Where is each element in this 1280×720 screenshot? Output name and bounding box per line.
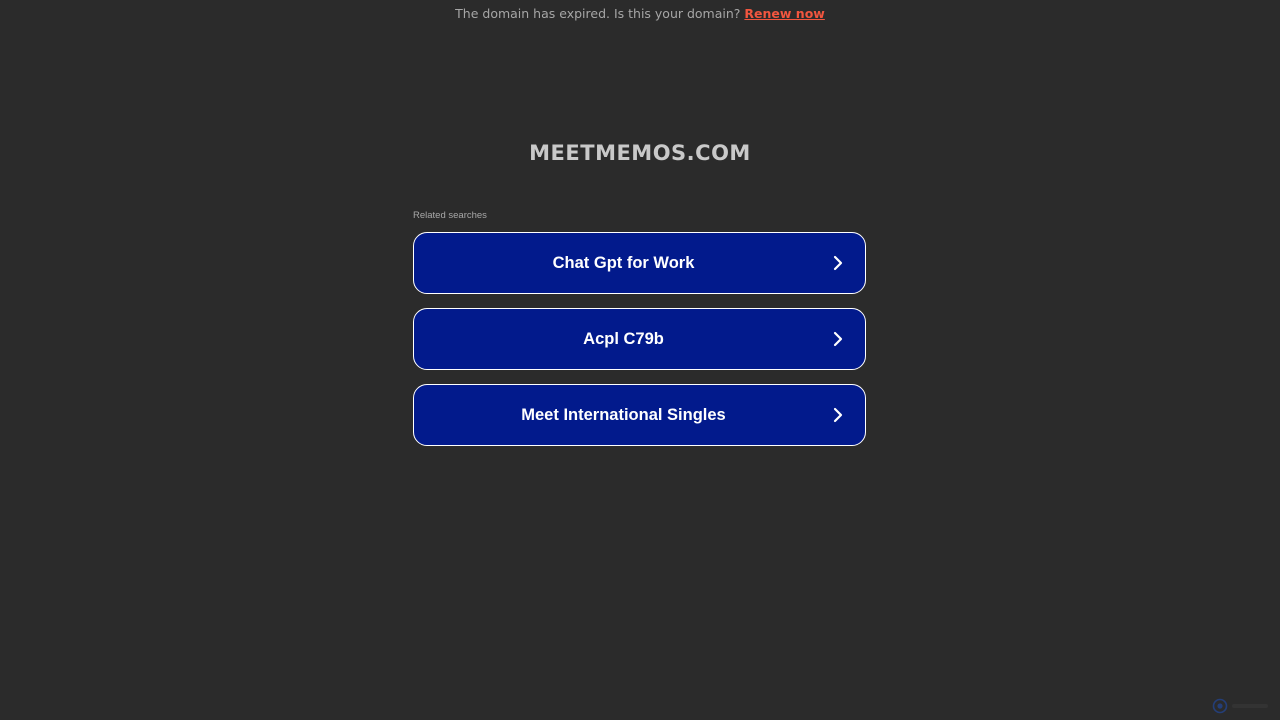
chevron-right-icon [833,331,843,347]
domain-expired-banner: The domain has expired. Is this your dom… [0,6,1280,21]
domain-title: MEETMEMOS.COM [529,141,751,165]
related-search-label: Acpl C79b [583,329,664,348]
chevron-right-icon [833,255,843,271]
related-search-link[interactable]: Chat Gpt for Work [413,232,866,294]
related-search-label: Meet International Singles [521,405,726,424]
related-searches: Related searches Chat Gpt for Work Acpl … [413,210,866,460]
related-searches-heading: Related searches [413,210,487,221]
related-search-link[interactable]: Acpl C79b [413,308,866,370]
chevron-right-icon [833,407,843,423]
related-search-label: Chat Gpt for Work [552,253,695,272]
expiry-message: The domain has expired. Is this your dom… [455,6,741,21]
related-search-link[interactable]: Meet International Singles [413,384,866,446]
parked-domain-page: The domain has expired. Is this your dom… [0,0,1280,720]
renew-now-link[interactable]: Renew now [744,6,824,21]
privacy-badge-icon[interactable] [1212,698,1272,714]
